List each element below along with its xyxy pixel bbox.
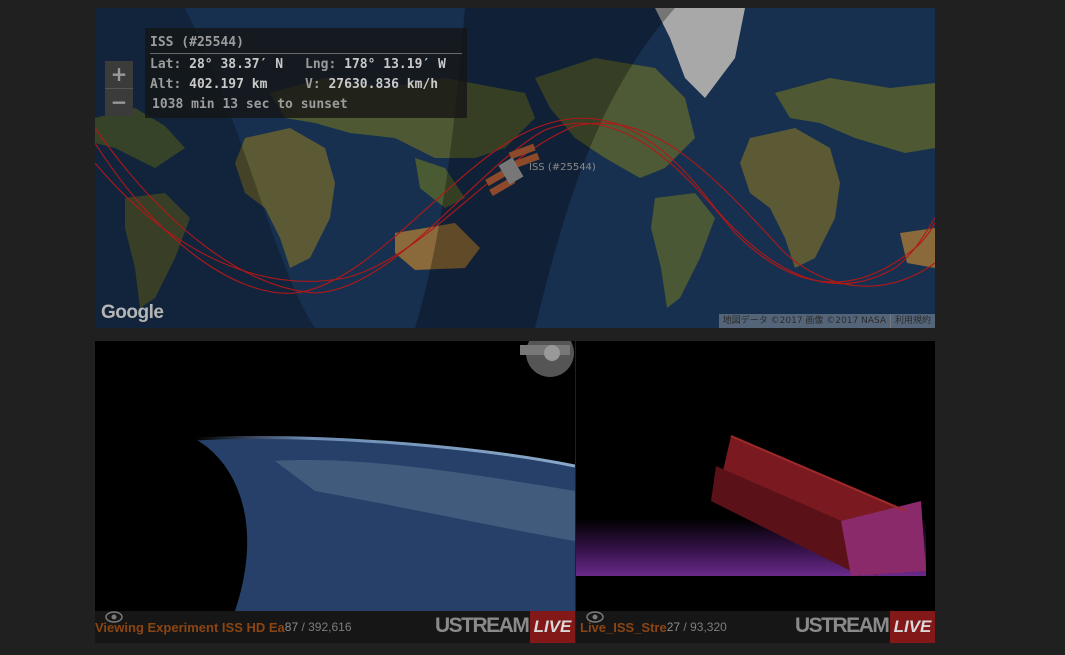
total-views: / 93,320 [683, 620, 727, 634]
google-logo[interactable]: Google [101, 302, 164, 324]
viewer-count: 87 / 392,616 [285, 620, 352, 634]
player-status-bar: Live_ISS_Stre 27 / 93,320 USTREAM LIVE [576, 611, 935, 643]
altitude-value: 402.197 km [189, 77, 268, 92]
sunset-countdown: 1038 min 13 sec to sunset [152, 97, 348, 112]
eye-icon [105, 611, 123, 623]
altitude-label: Alt: [150, 77, 182, 92]
video-player-earth-view[interactable]: Viewing Experiment ISS HD Ea 87 / 392,61… [95, 341, 575, 643]
viewer-count: 27 / 93,320 [667, 620, 727, 634]
ustream-logo[interactable]: USTREAM [795, 614, 890, 638]
current-viewers: 87 [284, 620, 299, 634]
attribution-text: 地図データ ©2017 画像 ©2017 NASA [722, 316, 886, 326]
velocity-row: V: 27630.836 km/h [305, 77, 438, 92]
latitude-row: Lat: 28° 38.37′ N [150, 57, 283, 72]
total-views: / 392,616 [301, 620, 352, 634]
longitude-value: 178° 13.19′ W [344, 57, 446, 72]
latitude-value: 28° 38.37′ N [189, 57, 284, 72]
iss-marker-label: ISS (#25544) [529, 162, 596, 173]
terms-link[interactable]: 利用規約 [889, 314, 935, 328]
eye-icon [586, 611, 604, 623]
iss-info-panel: ISS (#25544) Lat: 28° 38.37′ N Lng: 178°… [145, 28, 467, 118]
map-attribution: 地図データ ©2017 画像 ©2017 NASA 利用規約 [718, 314, 935, 328]
zoom-in-button[interactable]: + [105, 61, 133, 89]
velocity-label: V: [305, 77, 321, 92]
current-viewers: 27 [666, 620, 681, 634]
velocity-value: 27630.836 km/h [328, 77, 439, 92]
satellite-title: ISS (#25544) [150, 35, 244, 50]
earth-horizon-video [95, 341, 575, 611]
stream-title-ticker[interactable]: Viewing Experiment ISS HD Ea [95, 620, 285, 635]
latitude-label: Lat: [150, 57, 182, 72]
longitude-row: Lng: 178° 13.19′ W [305, 57, 446, 72]
zoom-out-button[interactable]: − [105, 89, 133, 116]
live-badge: LIVE [530, 611, 575, 643]
player-status-bar: Viewing Experiment ISS HD Ea 87 / 392,61… [95, 611, 575, 643]
solar-array-video [576, 341, 935, 611]
video-player-solar-array[interactable]: Live_ISS_Stre 27 / 93,320 USTREAM LIVE [576, 341, 935, 643]
altitude-row: Alt: 402.197 km [150, 77, 267, 92]
iss-tracker-map[interactable]: + − ISS (#25544) Lat: 28° 38.37′ N Lng: … [95, 8, 935, 328]
longitude-label: Lng: [305, 57, 337, 72]
ustream-logo[interactable]: USTREAM [435, 614, 530, 638]
live-badge: LIVE [890, 611, 935, 643]
info-divider [150, 53, 462, 54]
